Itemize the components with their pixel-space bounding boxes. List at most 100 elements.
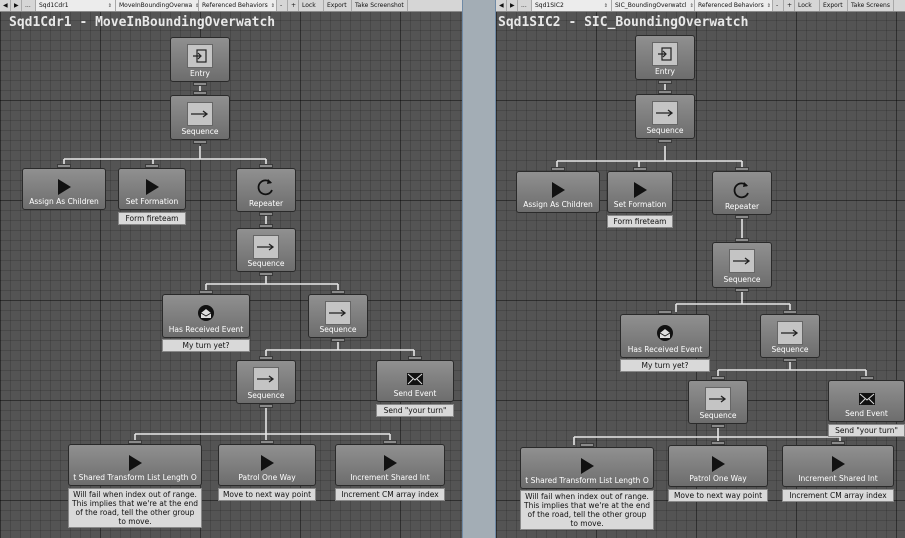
node-label: Sequence [319,325,357,334]
has-received-event-node[interactable]: Has Received Event [162,290,250,338]
input-connector[interactable] [551,167,565,171]
output-connector[interactable] [783,358,797,362]
output-connector[interactable] [259,272,273,276]
node-label: Repeater [248,199,284,208]
node-label: Sequence [247,259,285,268]
input-connector[interactable] [658,90,672,94]
input-connector[interactable] [259,164,273,168]
input-connector[interactable] [128,440,142,444]
output-connector[interactable] [193,82,207,86]
entry-node[interactable]: Entry [170,37,230,86]
repeater-node[interactable]: Repeater [236,164,296,216]
panel-splitter[interactable] [462,0,496,538]
input-connector[interactable] [259,224,273,228]
repeat-icon [729,178,755,202]
sequence-node[interactable]: Sequence [170,91,230,144]
input-connector[interactable] [408,356,422,360]
output-connector[interactable] [658,80,672,84]
node-label: Sequence [247,391,285,400]
envelope-icon [854,387,880,411]
input-connector[interactable] [193,91,207,95]
node-label: Increment Shared Int [798,474,878,483]
increment-shared-int-node[interactable]: Increment Shared Int [782,441,894,487]
node-comment: My turn yet? [162,339,250,352]
node-label: Send Event [393,389,437,398]
set-formation-node[interactable]: Set Formation [607,167,673,213]
node-label: t Shared Transform List Length O [525,476,649,485]
sequence-node[interactable]: Sequence [236,356,296,408]
arrow-right-icon [652,101,678,125]
node-comment: Increment CM array index [782,489,894,502]
node-label: t Shared Transform List Length O [73,473,197,482]
input-connector[interactable] [331,290,345,294]
node-label: Sequence [181,127,219,136]
has-received-event-node[interactable]: Has Received Event [620,310,710,358]
input-connector[interactable] [735,167,749,171]
patrol-one-way-node[interactable]: Patrol One Way [668,441,768,487]
output-connector[interactable] [193,140,207,144]
input-connector[interactable] [831,441,845,445]
input-connector[interactable] [145,164,159,168]
node-comment: Send "your turn" [828,424,905,437]
repeater-node[interactable]: Repeater [712,167,772,219]
output-connector[interactable] [735,215,749,219]
node-label: Sequence [699,411,737,420]
left-graph-panel[interactable]: ◀ ▶ ... Sqd1Cdr1 ⇕ MoveInBoundingOverwa ⇕ … [0,0,462,538]
arrow-right-icon [777,321,803,345]
input-connector[interactable] [260,440,274,444]
node-comment: My turn yet? [620,359,710,372]
node-label: Sequence [771,345,809,354]
sequence-node[interactable]: Sequence [688,376,748,428]
assign-as-children-node[interactable]: Assign As Children [516,167,600,213]
patrol-one-way-node[interactable]: Patrol One Way [218,440,316,486]
node-label: Set Formation [613,200,667,209]
set-formation-node[interactable]: Set Formation [118,164,186,210]
send-event-node[interactable]: Send Event [828,376,905,422]
node-label: Set Formation [125,197,179,206]
node-comment: Send "your turn" [376,404,454,417]
output-connector[interactable] [658,139,672,143]
input-connector[interactable] [259,356,273,360]
arrow-right-icon [729,249,755,273]
input-connector[interactable] [57,164,71,168]
assign-as-children-node[interactable]: Assign As Children [22,164,106,210]
node-label: Entry [190,69,210,78]
right-graph-panel[interactable]: ◀ ▶ ... Sqd1SIC2 ⇕ SIC_BoundingOverwatcl ⇕… [496,0,905,538]
input-connector[interactable] [783,310,797,314]
increment-shared-int-node[interactable]: Increment Shared Int [335,440,445,486]
shared-transform-list-node[interactable]: t Shared Transform List Length O [520,443,654,489]
input-connector[interactable] [711,441,725,445]
input-connector[interactable] [735,238,749,242]
sequence-node[interactable]: Sequence [236,224,296,276]
input-connector[interactable] [199,290,213,294]
input-connector[interactable] [383,440,397,444]
input-connector[interactable] [859,376,874,380]
output-connector[interactable] [735,288,749,292]
repeat-icon [253,175,279,199]
sequence-node[interactable]: Sequence [308,290,368,342]
envelope-icon [402,367,428,391]
input-connector[interactable] [580,443,594,447]
play-icon [705,452,731,476]
entry-node[interactable]: Entry [635,35,695,84]
output-connector[interactable] [331,338,345,342]
input-connector[interactable] [711,376,725,380]
node-label: Increment Shared Int [350,473,430,482]
sequence-node[interactable]: Sequence [712,238,772,292]
arrow-right-icon [325,301,351,325]
shared-transform-list-node[interactable]: t Shared Transform List Length O [68,440,202,486]
input-connector[interactable] [658,310,672,314]
sequence-node[interactable]: Sequence [760,310,820,362]
play-icon [139,175,165,199]
play-icon [545,178,571,202]
play-icon [122,451,148,475]
sequence-node[interactable]: Sequence [635,90,695,143]
entry-icon [187,44,213,68]
play-icon [627,178,653,202]
play-icon [377,451,403,475]
output-connector[interactable] [259,404,273,408]
input-connector[interactable] [633,167,647,171]
output-connector[interactable] [711,424,725,428]
output-connector[interactable] [259,212,273,216]
send-event-node[interactable]: Send Event [376,356,454,402]
